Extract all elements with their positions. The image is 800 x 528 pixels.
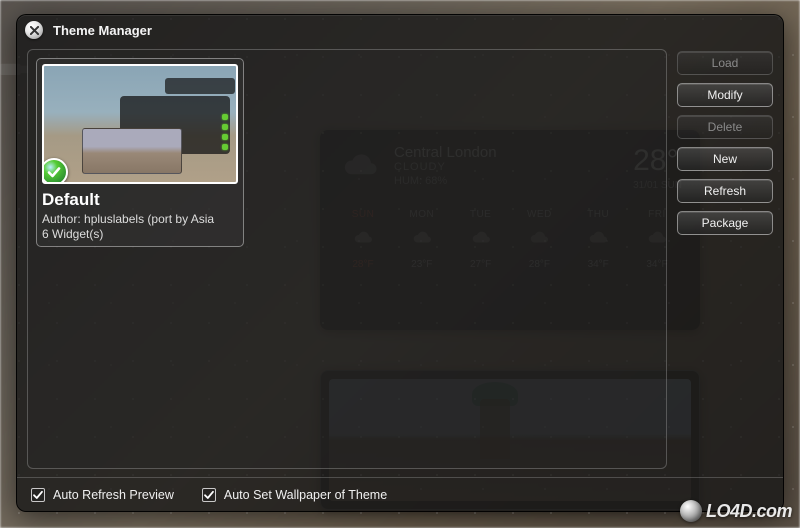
delete-button[interactable]: Delete [677,115,773,139]
auto-wallpaper-checkbox[interactable]: Auto Set Wallpaper of Theme [202,488,387,502]
modify-button[interactable]: Modify [677,83,773,107]
theme-widget-count: 6 Widget(s) [42,227,238,241]
dialog-title: Theme Manager [53,23,152,38]
checkbox-box [31,488,45,502]
theme-author: Author: hpluslabels (port by Asia [42,211,238,227]
theme-manager-dialog: Theme Manager Default Author: hpluslabel… [16,14,784,512]
watermark: LO4D.com [680,500,792,522]
titlebar[interactable]: Theme Manager [17,15,783,45]
new-button[interactable]: New [677,147,773,171]
theme-name: Default [42,190,238,210]
checkbox-box [202,488,216,502]
auto-refresh-label: Auto Refresh Preview [53,488,174,502]
package-button[interactable]: Package [677,211,773,235]
check-icon [32,489,44,501]
refresh-button[interactable]: Refresh [677,179,773,203]
theme-card-default[interactable]: Default Author: hpluslabels (port by Asi… [36,58,244,247]
close-icon [30,26,39,35]
load-button[interactable]: Load [677,51,773,75]
auto-refresh-checkbox[interactable]: Auto Refresh Preview [31,488,174,502]
selected-check-icon [42,158,68,184]
globe-icon [680,500,702,522]
dialog-footer: Auto Refresh Preview Auto Set Wallpaper … [17,477,783,511]
watermark-text: LO4D.com [706,501,792,522]
auto-wallpaper-label: Auto Set Wallpaper of Theme [224,488,387,502]
button-column: Load Modify Delete New Refresh Package [677,49,773,469]
check-icon [203,489,215,501]
theme-thumbnail [42,64,238,184]
theme-list[interactable]: Default Author: hpluslabels (port by Asi… [27,49,667,469]
close-button[interactable] [25,21,43,39]
